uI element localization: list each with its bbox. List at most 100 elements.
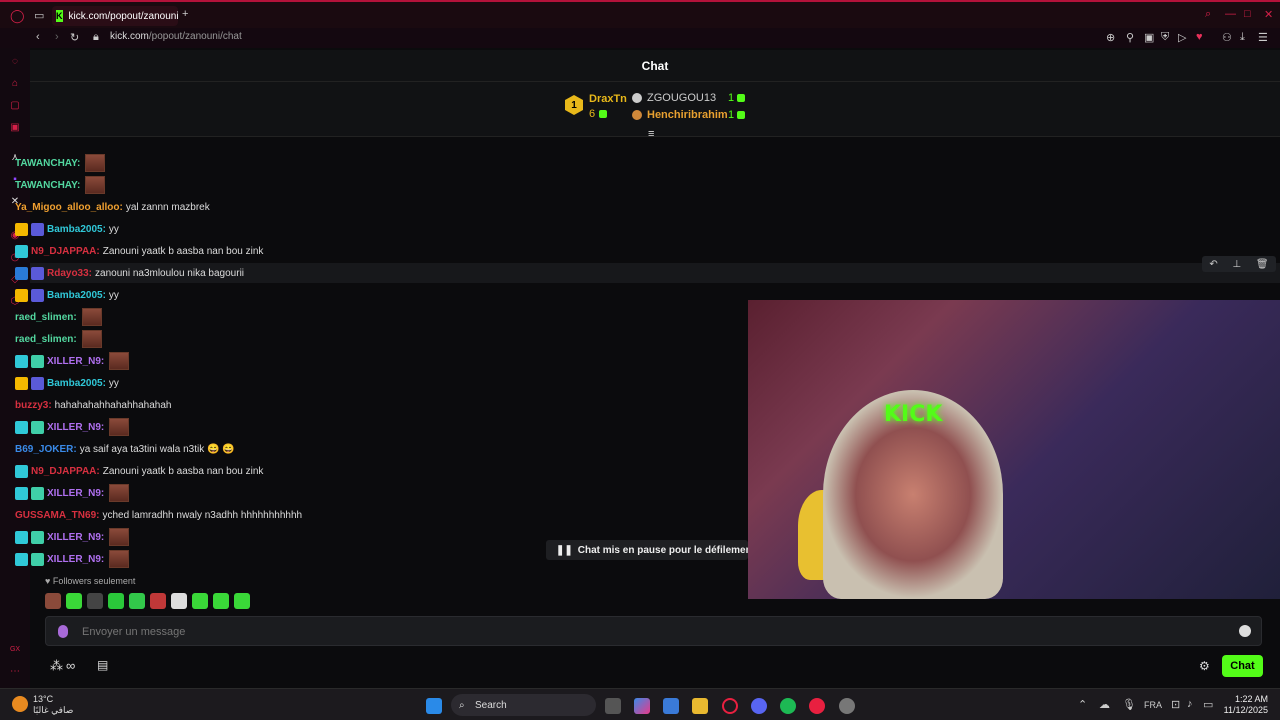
opera-logo-icon[interactable]: ◯ <box>10 8 25 24</box>
file-explorer-icon[interactable] <box>692 698 708 714</box>
copilot-icon[interactable] <box>634 698 650 714</box>
chat-username[interactable]: TAWANCHAY: <box>15 180 80 191</box>
tab-kick-popout[interactable]: K kick.com/popout/zanouni <box>52 6 179 26</box>
emote-blob[interactable] <box>234 593 250 609</box>
chat-username[interactable]: raed_slimen: <box>15 312 77 323</box>
chat-username[interactable]: N9_DJAPPAA: <box>31 466 100 477</box>
tab-manager-icon[interactable]: ▭ <box>34 9 44 22</box>
battery-icon[interactable]: ▭ <box>1203 698 1213 711</box>
chat-message[interactable]: Bamba2005: yy <box>15 286 119 304</box>
chat-message[interactable]: XILLER_N9: <box>15 484 130 502</box>
sidebar-whatsapp-icon[interactable]: ▣ <box>9 122 21 134</box>
chat-message[interactable]: TAWANCHAY: <box>15 154 106 172</box>
chat-username[interactable]: Bamba2005: <box>47 378 106 389</box>
emote-picker-icon[interactable] <box>1239 625 1251 637</box>
chat-message[interactable]: buzzy3: hahahahahhahahhahahah <box>15 396 171 414</box>
store-app-icon[interactable] <box>663 698 679 714</box>
emote-stick[interactable] <box>66 593 82 609</box>
chat-message[interactable]: Rdayo33: zanouni na3mloulou nika bagourii <box>15 264 244 282</box>
chat-username[interactable]: N9_DJAPPAA: <box>31 246 100 257</box>
store-icon[interactable]: ▤ <box>97 658 108 672</box>
emote-frog[interactable] <box>213 593 229 609</box>
chat-username[interactable]: XILLER_N9: <box>47 554 104 565</box>
sidebar-ai-icon[interactable]: ◌ <box>9 56 21 68</box>
emote-cup[interactable] <box>129 593 145 609</box>
chat-message[interactable]: XILLER_N9: <box>15 352 130 370</box>
task-view-icon[interactable] <box>605 698 621 714</box>
weather-icon[interactable] <box>12 696 28 712</box>
emote-kick[interactable] <box>108 593 124 609</box>
chat-username[interactable]: Ya_Migoo_alloo_alloo: <box>15 202 123 213</box>
chat-message[interactable]: Bamba2005: yy <box>15 220 119 238</box>
chat-message[interactable]: N9_DJAPPAA: Zanouni yaatk b aasba nan bou… <box>15 462 263 480</box>
shield-icon[interactable]: ⛨ <box>1161 31 1169 44</box>
chat-message[interactable]: raed_slimen: <box>15 308 102 326</box>
profile-icon[interactable]: ⚇ <box>1222 31 1232 44</box>
reply-icon[interactable]: ↶ <box>1209 259 1217 270</box>
sidebar-gx-icon[interactable]: GX <box>9 644 21 656</box>
chat-message[interactable]: raed_slimen: <box>15 330 102 348</box>
chat-message[interactable]: XILLER_N9: <box>15 550 130 568</box>
chat-message-input[interactable] <box>82 623 1202 641</box>
chat-username[interactable]: B69_JOKER: <box>15 444 77 455</box>
chat-username[interactable]: Bamba2005: <box>47 224 106 235</box>
chat-message[interactable]: XILLER_N9: <box>15 418 130 436</box>
volume-icon[interactable]: ♪ <box>1187 698 1193 710</box>
maximize-icon[interactable]: □ <box>1244 8 1251 20</box>
chat-username[interactable]: Bamba2005: <box>47 290 106 301</box>
heart-icon[interactable]: ♥ <box>1196 31 1203 43</box>
emote-hat[interactable] <box>87 593 103 609</box>
delete-icon[interactable]: 🗑︎ <box>1256 259 1269 270</box>
chat-username[interactable]: XILLER_N9: <box>47 422 104 433</box>
chat-username[interactable]: TAWANCHAY: <box>15 158 80 169</box>
back-icon[interactable]: ‹ <box>36 31 40 43</box>
sidebar-messenger-icon[interactable]: ▢ <box>9 100 21 112</box>
snapshot-icon[interactable]: ▣ <box>1144 31 1154 44</box>
taskbar-search[interactable]: ⌕ Search <box>451 694 596 716</box>
network-icon[interactable]: ⊡ <box>1171 698 1180 711</box>
sidebar-more-icon[interactable]: ⋯ <box>9 666 21 678</box>
player-icon[interactable]: ▷ <box>1178 31 1186 44</box>
discord-icon[interactable] <box>751 698 767 714</box>
chat-message[interactable]: TAWANCHAY: <box>15 176 106 194</box>
chat-message[interactable]: GUSSAMA_TN69: yched lamradhh nwaly n3adhh… <box>15 506 302 524</box>
minimize-icon[interactable]: — <box>1225 8 1236 20</box>
opera-gx-taskbar-icon[interactable] <box>722 698 738 714</box>
chat-username[interactable]: buzzy3: <box>15 400 52 411</box>
download-icon[interactable]: ⤓ <box>1240 31 1245 44</box>
chat-username[interactable]: XILLER_N9: <box>47 488 104 499</box>
chat-message[interactable]: Ya_Migoo_alloo_alloo: yal zannn mazbrek <box>15 198 210 216</box>
chat-message[interactable]: Bamba2005: yy <box>15 374 119 392</box>
mic-icon[interactable] <box>58 625 68 638</box>
chat-message[interactable]: N9_DJAPPAA: Zanouni yaatk b aasba nan bou… <box>15 242 263 260</box>
search-icon[interactable]: ⌕ <box>1205 8 1211 21</box>
microphone-icon[interactable]: 🎙︎ <box>1122 698 1136 711</box>
spotify-icon[interactable] <box>780 698 796 714</box>
tray-overflow-icon[interactable]: ⌃ <box>1078 698 1087 711</box>
close-icon[interactable]: ✕ <box>1264 8 1273 21</box>
chat-message[interactable]: XILLER_N9: <box>15 528 130 546</box>
chat-username[interactable]: XILLER_N9: <box>47 356 104 367</box>
chat-username[interactable]: XILLER_N9: <box>47 532 104 543</box>
emote-face[interactable] <box>45 593 61 609</box>
menu-icon[interactable]: ☰ <box>1258 31 1268 44</box>
settings-gear-icon[interactable]: ⚙ <box>1199 659 1210 673</box>
system-clock[interactable]: 1:22 AM 11/12/2025 <box>1224 694 1268 716</box>
emote-box[interactable] <box>150 593 166 609</box>
emote-ball[interactable] <box>171 593 187 609</box>
onedrive-icon[interactable]: ☁ <box>1099 698 1110 711</box>
stream-video-overlay[interactable]: KICK <box>748 300 1280 599</box>
emote-bean[interactable] <box>192 593 208 609</box>
opera-icon[interactable] <box>809 698 825 714</box>
weather-widget[interactable]: 13°C صافي غالبًا <box>33 694 73 716</box>
pin-icon[interactable]: ⚲ <box>1126 31 1134 44</box>
leader-second-name[interactable]: ZGOUGOU13 <box>647 92 716 104</box>
leader-third-name[interactable]: Henchiribrahim <box>647 109 728 121</box>
chat-username[interactable]: GUSSAMA_TN69: <box>15 510 99 521</box>
leader-first-name[interactable]: DraxTn <box>589 93 627 105</box>
forward-icon[interactable]: › <box>55 31 59 43</box>
new-tab-icon[interactable]: + <box>182 8 188 20</box>
chat-username[interactable]: raed_slimen: <box>15 334 77 345</box>
kick-cursor-icon[interactable]: ⁂ <box>50 658 63 674</box>
language-indicator[interactable]: FRA <box>1144 700 1162 710</box>
